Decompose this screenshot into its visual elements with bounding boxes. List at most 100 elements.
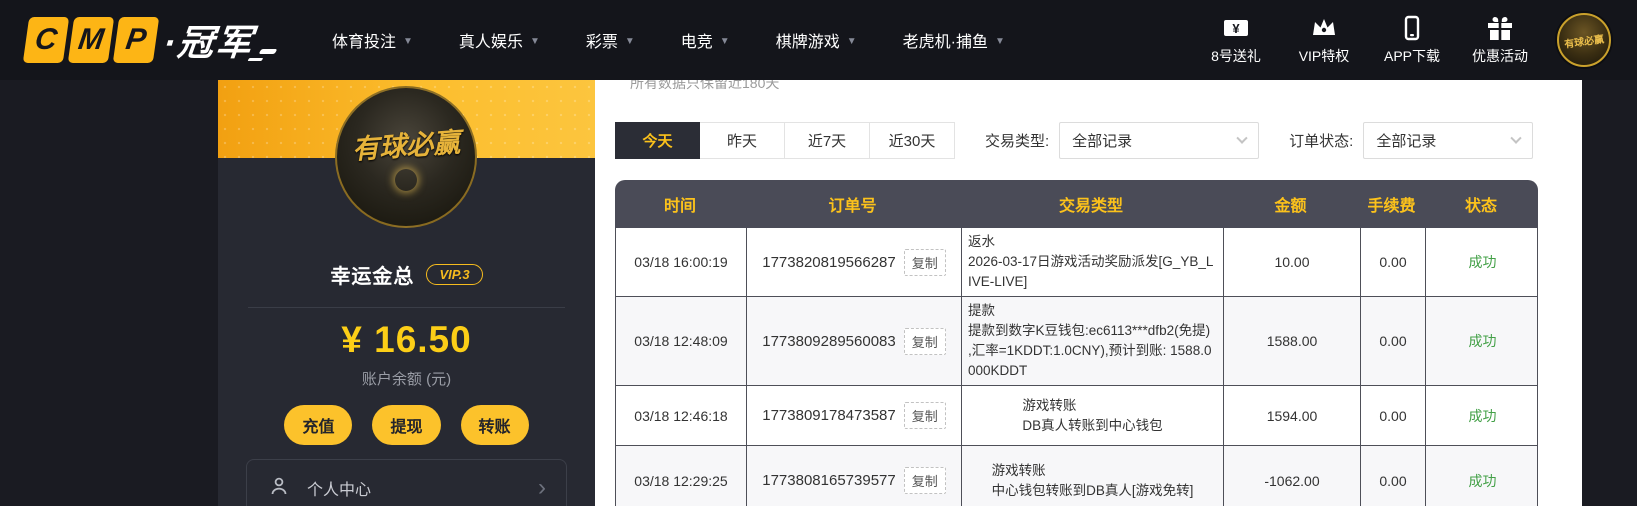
- cell-time: 03/18 12:46:18: [634, 407, 728, 424]
- quick-link-label: VIP特权: [1298, 47, 1350, 64]
- cell-amount: -1062.00: [1223, 446, 1360, 506]
- quick-link-gift-day8[interactable]: ¥ 8号送礼: [1205, 15, 1267, 66]
- nav-label: 彩票: [585, 34, 618, 51]
- copy-button[interactable]: 复制: [903, 248, 946, 276]
- cell-time: 03/18 12:29:25: [634, 472, 728, 489]
- chevron-down-icon: ▼: [994, 35, 1005, 47]
- cell-time: 03/18 16:00:19: [634, 254, 728, 270]
- sidebar-item-label: 个人中心: [307, 482, 372, 499]
- table-row: 03/18 12:46:18 1773809178473587 复制 游戏转账 …: [615, 386, 1538, 446]
- column-header-amount: 金额: [1274, 198, 1307, 215]
- quick-link-label: 优惠活动: [1472, 47, 1528, 64]
- order-number: 1773820819566287: [762, 253, 896, 271]
- nav-label: 老虎机·捕鱼: [902, 34, 988, 51]
- column-header-status: 状态: [1464, 198, 1497, 215]
- tab-today[interactable]: 今天: [615, 122, 700, 159]
- copy-button[interactable]: 复制: [903, 467, 946, 494]
- status-badge: 成功: [1425, 228, 1539, 296]
- cell-type: 游戏转账 中心钱包转账到DB真人[游戏免转]: [961, 446, 1223, 506]
- logo-text: ·冠军: [161, 22, 256, 63]
- nav-item-lottery[interactable]: 彩票 ▼: [586, 28, 635, 52]
- select-value: 全部记录: [1376, 133, 1437, 150]
- transaction-desc: DB真人转账到中心钱包: [1022, 417, 1163, 433]
- order-status-select[interactable]: 全部记录: [1363, 122, 1534, 159]
- logo-dash-decoration: [258, 48, 278, 54]
- order-number: 1773809289560083: [762, 332, 896, 350]
- top-header: C M P ·冠军 体育投注 ▼ 真人娱乐 ▼ 彩票 ▼ 电竞 ▼ 棋牌游戏 ▼…: [0, 0, 1637, 80]
- order-number: 1773809178473587: [762, 407, 896, 424]
- cell-amount: 10.00: [1223, 228, 1360, 296]
- status-badge: 成功: [1425, 386, 1539, 445]
- transaction-type-select[interactable]: 全部记录: [1059, 122, 1260, 159]
- nav-label: 棋牌游戏: [775, 34, 840, 51]
- cell-fee: 0.00: [1360, 228, 1425, 296]
- transfer-button[interactable]: 转账: [460, 405, 529, 445]
- golden-ball-decoration: [395, 169, 417, 191]
- chevron-right-icon: ›: [538, 474, 546, 501]
- transaction-type: 游戏转账: [991, 462, 1046, 478]
- phone-icon: [1399, 15, 1425, 41]
- user-avatar[interactable]: 有球必赢: [1557, 13, 1611, 67]
- transaction-type: 游戏转账: [1022, 397, 1077, 413]
- cell-type: 返水 2026-03-17日游戏活动奖励派发[G_YB_LIVE-LIVE]: [961, 228, 1223, 296]
- nav-label: 体育投注: [332, 34, 397, 51]
- data-retention-notice: 所有数据只保留近180天: [630, 80, 780, 91]
- tab-last-30-days[interactable]: 近30天: [870, 122, 955, 159]
- withdraw-button[interactable]: 提现: [372, 405, 441, 445]
- table-row: 03/18 12:48:09 1773809289560083 复制 提款 提款…: [615, 297, 1538, 386]
- main-nav: 体育投注 ▼ 真人娱乐 ▼ 彩票 ▼ 电竞 ▼ 棋牌游戏 ▼ 老虎机·捕鱼 ▼: [332, 28, 1005, 52]
- nav-item-sports[interactable]: 体育投注 ▼: [332, 28, 413, 52]
- logo-letter: C: [22, 17, 70, 63]
- tab-yesterday[interactable]: 昨天: [700, 122, 785, 159]
- logo-letter: M: [67, 17, 115, 63]
- copy-button[interactable]: 复制: [903, 402, 946, 429]
- column-header-time: 时间: [663, 198, 696, 215]
- transaction-desc: 中心钱包转账到DB真人[游戏免转]: [991, 482, 1194, 498]
- coupon-icon: ¥: [1222, 15, 1250, 41]
- chevron-down-icon: ▼: [403, 35, 413, 47]
- logo-letter: P: [112, 17, 160, 63]
- nav-item-slots-fishing[interactable]: 老虎机·捕鱼 ▼: [903, 28, 1005, 52]
- filter-controls: 今天 昨天 近7天 近30天 交易类型: 全部记录 订单状态: 全部记录: [615, 122, 1534, 159]
- svg-text:¥: ¥: [1232, 21, 1240, 36]
- cell-fee: 0.00: [1360, 297, 1425, 385]
- cell-type: 提款 提款到数字K豆钱包:ec6113***dfb2(免提) ,汇率=1KDDT…: [961, 297, 1223, 385]
- user-row: 幸运金总 VIP.3: [218, 260, 595, 289]
- sidebar-item-personal-center[interactable]: 个人中心 ›: [246, 459, 567, 506]
- quick-link-label: APP下载: [1383, 47, 1440, 64]
- transactions-table: 时间 订单号 交易类型 金额 手续费 状态 03/18 16:00:19 177…: [615, 180, 1538, 506]
- deposit-button[interactable]: 充值: [284, 405, 353, 445]
- cell-amount: 1594.00: [1223, 386, 1360, 445]
- account-balance: ¥ 16.50: [341, 319, 472, 360]
- profile-sidebar: 有球必赢 幸运金总 VIP.3 ¥ 16.50 账户余额 (元) 充值 提现 转…: [218, 80, 595, 506]
- cell-fee: 0.00: [1360, 446, 1425, 506]
- nav-item-live-casino[interactable]: 真人娱乐 ▼: [459, 28, 540, 52]
- transaction-desc: 提款到数字K豆钱包:ec6113***dfb2(免提) ,汇率=1KDDT:1.…: [968, 323, 1212, 378]
- balance-label: 账户余额 (元): [361, 371, 452, 388]
- column-header-order-id: 订单号: [828, 198, 877, 215]
- table-header-row: 时间 订单号 交易类型 金额 手续费 状态: [615, 180, 1538, 228]
- quick-link-promotions[interactable]: 优惠活动: [1469, 15, 1531, 66]
- status-badge: 成功: [1425, 446, 1539, 506]
- chevron-down-icon: ▼: [624, 35, 635, 47]
- nav-item-esports[interactable]: 电竞 ▼: [681, 28, 730, 52]
- cell-type: 游戏转账 DB真人转账到中心钱包: [961, 386, 1223, 445]
- transactions-panel: 所有数据只保留近180天 今天 昨天 近7天 近30天 交易类型: 全部记录 订…: [595, 80, 1582, 506]
- page: C M P ·冠军 体育投注 ▼ 真人娱乐 ▼ 彩票 ▼ 电竞 ▼ 棋牌游戏 ▼…: [0, 0, 1637, 506]
- avatar-text: 有球必赢: [1563, 33, 1605, 51]
- username: 幸运金总: [330, 266, 415, 288]
- header-quick-links: ¥ 8号送礼 VIP特权 APP下载 优惠活动: [1205, 15, 1531, 66]
- quick-link-app-download[interactable]: APP下载: [1381, 15, 1443, 66]
- gift-icon: [1486, 15, 1514, 41]
- site-logo[interactable]: C M P ·冠军: [22, 14, 278, 66]
- select-value: 全部记录: [1072, 133, 1133, 150]
- nav-label: 电竞: [680, 34, 713, 51]
- nav-item-board-games[interactable]: 棋牌游戏 ▼: [776, 28, 857, 52]
- nav-label: 真人娱乐: [458, 34, 523, 51]
- profile-avatar[interactable]: 有球必赢: [335, 86, 477, 228]
- copy-button[interactable]: 复制: [903, 327, 946, 355]
- quick-link-vip[interactable]: VIP特权: [1293, 15, 1355, 66]
- column-header-fee: 手续费: [1367, 198, 1416, 215]
- cell-order-id: 1773808165739577 复制: [746, 446, 961, 506]
- tab-last-7-days[interactable]: 近7天: [785, 122, 870, 159]
